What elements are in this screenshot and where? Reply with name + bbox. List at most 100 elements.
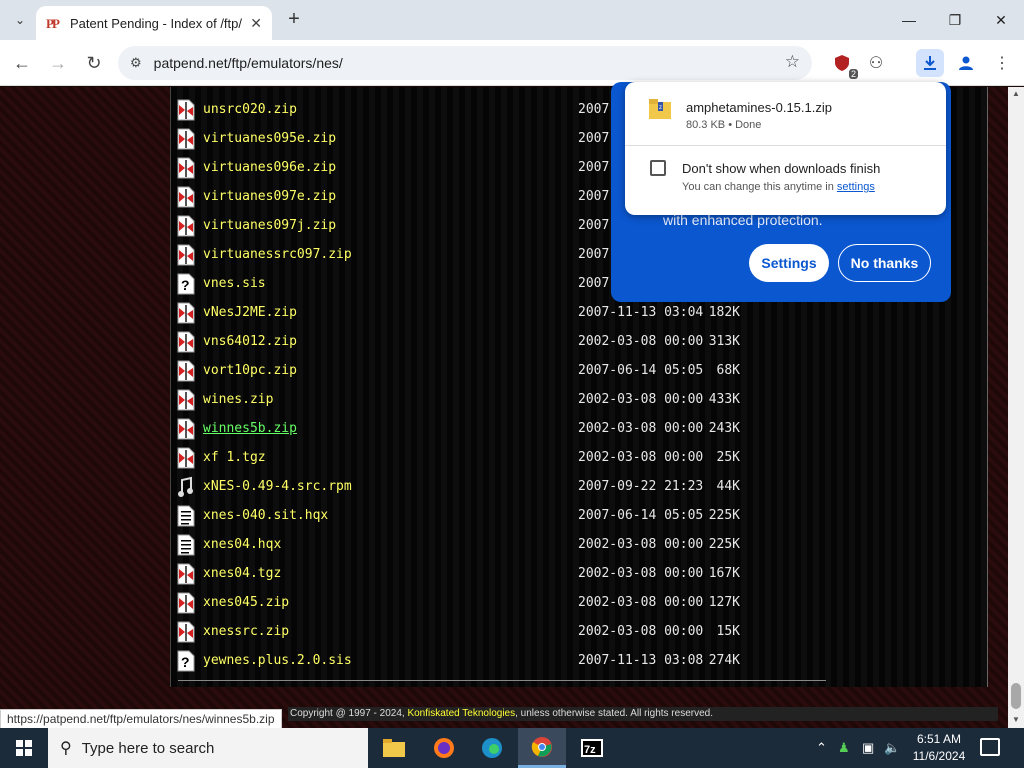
search-placeholder: Type here to search <box>81 739 215 757</box>
download-icon[interactable] <box>916 49 944 77</box>
zip-file-icon <box>177 418 195 439</box>
text-file-icon <box>177 505 195 526</box>
file-size: 167K <box>708 566 740 581</box>
file-date: 2002-03-08 00:00 <box>578 566 704 581</box>
svg-text:?: ? <box>181 277 190 293</box>
page-scrollbar[interactable]: ▲ ▼ <box>1008 87 1024 728</box>
file-size: 243K <box>708 421 740 436</box>
status-url-bubble: https://patpend.net/ftp/emulators/nes/wi… <box>0 709 282 728</box>
file-link[interactable]: vNesJ2ME.zip <box>203 305 578 320</box>
svg-text:P: P <box>52 16 60 31</box>
promo-settings-button[interactable]: Settings <box>749 244 829 282</box>
bookmark-star-icon[interactable]: ☆ <box>785 52 800 72</box>
maximize-icon[interactable]: ❐ <box>932 6 978 34</box>
volume-icon[interactable]: 🔈 <box>884 740 900 756</box>
promo-no-thanks-button[interactable]: No thanks <box>838 244 931 282</box>
network-icon[interactable]: ▣ <box>862 740 874 756</box>
file-link[interactable]: vort10pc.zip <box>203 363 578 378</box>
file-link[interactable]: xnessrc.zip <box>203 624 578 639</box>
address-bar[interactable]: ⚙ patpend.net/ftp/emulators/nes/ ☆ <box>118 46 812 80</box>
profile-avatar-icon[interactable] <box>952 49 980 77</box>
taskbar-clock[interactable]: 6:51 AM 11/6/2024 <box>906 731 972 765</box>
file-explorer-icon[interactable] <box>370 728 418 768</box>
tab-search-icon[interactable]: ⌄ <box>8 8 32 32</box>
unknown-file-icon: ? <box>177 650 195 671</box>
file-date: 2007-06-14 05:05 <box>578 508 704 523</box>
file-size: 44K <box>716 479 740 494</box>
firefox-icon[interactable] <box>420 728 468 768</box>
footer-link[interactable]: Konfiskated Teknologies <box>407 708 515 719</box>
zip-file-icon <box>177 592 195 613</box>
zip-file-icon <box>177 157 195 178</box>
shield-extension-icon[interactable]: 2 <box>828 49 858 79</box>
popup-divider <box>625 145 946 146</box>
download-popup: z amphetamines-0.15.1.zip 80.3 KB • Done… <box>625 82 946 215</box>
footer-suffix: , unless otherwise stated. All rights re… <box>515 708 713 719</box>
file-link[interactable]: yewnes.plus.2.0.sis <box>203 653 578 668</box>
file-link[interactable]: virtuanes095e.zip <box>203 131 578 146</box>
close-window-icon[interactable]: ✕ <box>978 6 1024 34</box>
tray-user-icon[interactable]: ♟ <box>838 740 850 756</box>
file-link[interactable]: virtuanessrc097.zip <box>203 247 578 262</box>
file-link[interactable]: winnes5b.zip <box>203 421 578 436</box>
file-link[interactable]: xNES-0.49-4.src.rpm <box>203 479 578 494</box>
file-link[interactable]: xnes04.hqx <box>203 537 578 552</box>
tab-patent-pending[interactable]: P P Patent Pending - Index of /ftp/emula… <box>36 6 272 40</box>
svg-text:z: z <box>659 105 662 111</box>
svg-text:7z: 7z <box>584 744 596 756</box>
menu-kebab-icon[interactable]: ⋮ <box>988 49 1016 77</box>
tray-chevron-up-icon[interactable]: ⌃ <box>816 740 827 756</box>
tab-close-icon[interactable]: ✕ <box>250 15 262 32</box>
file-link[interactable]: virtuanes097j.zip <box>203 218 578 233</box>
site-info-icon[interactable]: ⚙ <box>130 55 142 71</box>
file-link[interactable]: vns64012.zip <box>203 334 578 349</box>
start-windows-icon[interactable] <box>0 728 48 768</box>
zip-file-icon <box>177 99 195 120</box>
file-link[interactable]: xnes-040.sit.hqx <box>203 508 578 523</box>
file-link[interactable]: xnes045.zip <box>203 595 578 610</box>
zip-file-icon <box>177 186 195 207</box>
edge-icon[interactable] <box>468 728 516 768</box>
hint-settings-link[interactable]: settings <box>837 181 875 193</box>
zip-file-icon <box>177 128 195 149</box>
file-link[interactable]: virtuanes097e.zip <box>203 189 578 204</box>
file-link[interactable]: vnes.sis <box>203 276 578 291</box>
file-link[interactable]: wines.zip <box>203 392 578 407</box>
file-link[interactable]: xf 1.tgz <box>203 450 578 465</box>
file-link[interactable]: virtuanes096e.zip <box>203 160 578 175</box>
scroll-thumb[interactable] <box>1011 683 1021 709</box>
file-row: xnes04.hqx 2002-03-08 00:00 225K <box>175 530 975 559</box>
file-date: 2002-03-08 00:00 <box>578 421 704 436</box>
archive-app-icon: 7z <box>581 739 603 757</box>
dont-show-label[interactable]: Don't show when downloads finish <box>682 161 880 176</box>
tab-strip: ⌄ P P Patent Pending - Index of /ftp/emu… <box>0 0 1024 40</box>
hint-prefix: You can change this anytime in <box>682 181 837 193</box>
file-date: 2007-06-14 05:05 <box>578 363 704 378</box>
site-favicon-icon: P P <box>46 16 60 31</box>
file-size: 313K <box>708 334 740 349</box>
7zip-icon[interactable]: 7z <box>568 728 616 768</box>
zip-file-icon <box>177 360 195 381</box>
file-link[interactable]: xnes04.tgz <box>203 566 578 581</box>
file-date: 2007-11-13 03:08 <box>578 653 704 668</box>
notification-icon[interactable] <box>980 738 1000 756</box>
taskbar-search-box[interactable]: ⚲ Type here to search <box>48 728 368 768</box>
scroll-down-icon[interactable]: ▼ <box>1012 715 1020 724</box>
extensions-puzzle-icon[interactable]: ⚇ <box>862 49 890 77</box>
file-row: vNesJ2ME.zip 2007-11-13 03:04 182K <box>175 298 975 327</box>
zip-file-icon <box>177 244 195 265</box>
download-arrow-icon <box>924 56 936 70</box>
windows-taskbar: ⚲ Type here to search 7z ⌃ ♟ ▣ 🔈 6:51 AM… <box>0 728 1024 768</box>
file-row: xnessrc.zip 2002-03-08 00:00 15K <box>175 617 975 646</box>
back-arrow-icon[interactable]: ← <box>8 49 36 77</box>
file-link[interactable]: unsrc020.zip <box>203 102 578 117</box>
chrome-icon[interactable] <box>518 728 566 768</box>
reload-icon[interactable]: ↻ <box>80 49 108 77</box>
minimize-icon[interactable]: — <box>886 6 932 34</box>
download-file-name[interactable]: amphetamines-0.15.1.zip <box>686 100 832 115</box>
forward-arrow-icon[interactable]: → <box>44 49 72 77</box>
scroll-up-icon[interactable]: ▲ <box>1012 89 1020 98</box>
new-tab-icon[interactable]: + <box>282 8 306 32</box>
dont-show-checkbox[interactable] <box>650 160 666 176</box>
file-size: 15K <box>716 624 740 639</box>
